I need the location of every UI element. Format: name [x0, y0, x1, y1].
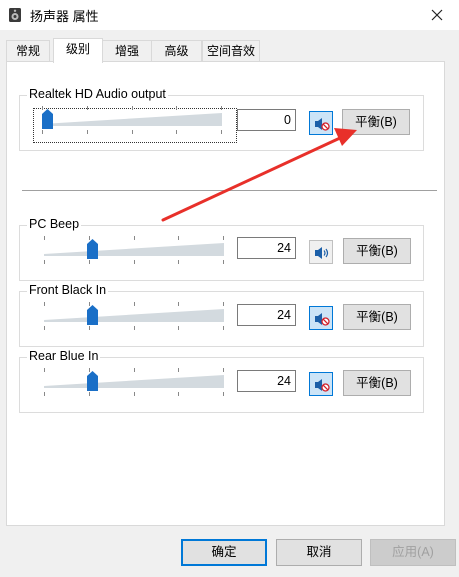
volume-slider-rear-blue-in[interactable]	[44, 366, 224, 406]
slider-tick	[44, 326, 45, 330]
slider-track	[44, 375, 224, 388]
slider-tick	[44, 260, 45, 264]
volume-value-realtek[interactable]: 0	[237, 109, 296, 131]
mute-button-rear-blue-in[interactable]	[309, 372, 333, 396]
slider-tick	[89, 392, 90, 396]
slider-tick	[178, 236, 179, 240]
slider-tick	[223, 260, 224, 264]
separator	[22, 190, 437, 191]
slider-tick	[223, 302, 224, 306]
balance-button-rear-blue-in[interactable]: 平衡(B)	[343, 370, 411, 396]
balance-button-realtek[interactable]: 平衡(B)	[342, 109, 410, 135]
volume-value-rear-blue-in[interactable]: 24	[237, 370, 296, 392]
slider-track	[42, 113, 222, 126]
slider-tick	[223, 368, 224, 372]
slider-tick	[178, 302, 179, 306]
speaker-muted-icon	[315, 379, 330, 392]
volume-slider-front-black-in[interactable]	[44, 300, 224, 340]
slider-tick	[42, 130, 43, 134]
slider-thumb[interactable]	[42, 109, 53, 129]
device-name: Rear Blue In	[27, 349, 101, 363]
ok-button[interactable]: 确定	[181, 539, 267, 566]
device-name: PC Beep	[27, 217, 82, 231]
tab-enhancements[interactable]: 增强	[102, 40, 152, 61]
title-bar: 扬声器 属性	[0, 0, 459, 30]
slider-tick	[87, 106, 88, 110]
balance-button-pc-beep[interactable]: 平衡(B)	[343, 238, 411, 264]
slider-tick	[134, 260, 135, 264]
slider-tick	[44, 302, 45, 306]
slider-tick	[221, 130, 222, 134]
slider-tick	[132, 106, 133, 110]
slider-thumb[interactable]	[87, 305, 98, 325]
slider-tick	[44, 236, 45, 240]
tab-general[interactable]: 常规	[6, 40, 50, 61]
slider-tick	[134, 392, 135, 396]
mute-button-front-black-in[interactable]	[309, 306, 333, 330]
slider-tick	[134, 368, 135, 372]
slider-tick	[178, 326, 179, 330]
slider-tick	[44, 392, 45, 396]
close-button[interactable]	[415, 0, 459, 30]
tab-spatial-sound[interactable]: 空间音效	[202, 40, 260, 61]
volume-slider-pc-beep[interactable]	[44, 234, 224, 274]
slider-tick	[89, 326, 90, 330]
slider-track	[44, 309, 224, 322]
balance-button-front-black-in[interactable]: 平衡(B)	[343, 304, 411, 330]
slider-tick	[44, 368, 45, 372]
slider-tick	[176, 106, 177, 110]
cancel-button[interactable]: 取消	[276, 539, 362, 566]
window-title: 扬声器 属性	[30, 9, 99, 24]
slider-tick	[178, 368, 179, 372]
speaker-muted-icon	[315, 313, 330, 326]
slider-tick	[178, 392, 179, 396]
slider-tick	[89, 260, 90, 264]
slider-thumb[interactable]	[87, 239, 98, 259]
device-name: Front Black In	[27, 283, 109, 297]
mute-button-pc-beep[interactable]	[309, 240, 333, 264]
slider-tick	[134, 302, 135, 306]
apply-button[interactable]: 应用(A)	[370, 539, 456, 566]
mute-button-realtek[interactable]	[309, 111, 333, 135]
tab-advanced[interactable]: 高级	[151, 40, 202, 61]
slider-tick	[134, 236, 135, 240]
slider-tick	[132, 130, 133, 134]
volume-slider-realtek[interactable]	[42, 104, 222, 144]
slider-track	[44, 243, 224, 256]
slider-tick	[176, 130, 177, 134]
slider-tick	[178, 260, 179, 264]
slider-tick	[87, 130, 88, 134]
speaker-muted-icon	[315, 118, 330, 131]
tab-levels[interactable]: 级别	[53, 38, 103, 63]
slider-tick	[223, 392, 224, 396]
slider-tick	[134, 326, 135, 330]
volume-value-pc-beep[interactable]: 24	[237, 237, 296, 259]
slider-tick	[223, 326, 224, 330]
close-icon	[431, 9, 443, 21]
slider-tick	[223, 236, 224, 240]
volume-value-front-black-in[interactable]: 24	[237, 304, 296, 326]
slider-tick	[221, 106, 222, 110]
speaker-icon	[315, 247, 329, 259]
slider-thumb[interactable]	[87, 371, 98, 391]
speaker-device-icon	[9, 8, 21, 22]
device-name: Realtek HD Audio output	[27, 87, 168, 101]
